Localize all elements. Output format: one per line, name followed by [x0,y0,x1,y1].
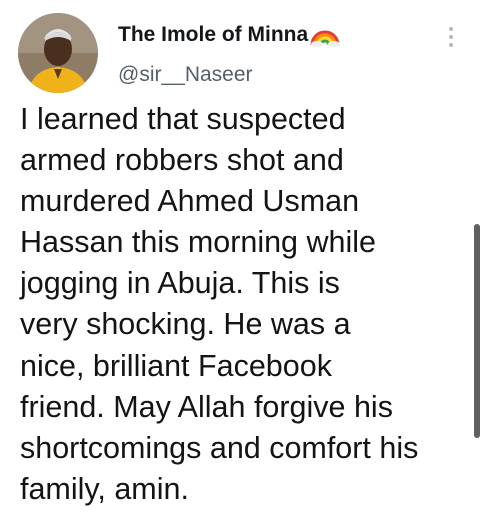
tweet-text: I learned that suspected armed robbers s… [20,99,476,510]
scrollbar[interactable] [474,224,480,438]
rainbow-icon [310,23,341,47]
author-name-text: The Imole of Minna [118,23,309,46]
avatar-photo [18,13,98,93]
author-handle[interactable]: @sir__Naseer [118,63,253,87]
tweet-line: I learned that suspected [20,102,346,136]
tweet-line: very shocking. He was a [20,307,351,342]
tweet-line: family, amin. [20,471,189,506]
tweet-line: shortcomings and comfort his [20,430,419,465]
author-name[interactable]: The Imole of Minna [118,23,341,47]
tweet-line: nice, brilliant Facebook [20,348,332,383]
tweet-line: jogging in Abuja. This is [20,266,340,301]
more-options-button[interactable] [440,22,462,52]
tweet-line: Hassan this morning while [20,225,376,260]
author-avatar[interactable] [18,13,98,93]
tweet-card: The Imole of Minna @sir__Naseer I learne… [0,0,480,523]
vertical-dots-icon [449,27,453,47]
tweet-line: friend. May Allah forgive his [20,389,393,424]
tweet-line: murdered Ahmed Usman [20,184,360,219]
tweet-line: armed robbers shot and [20,143,344,178]
